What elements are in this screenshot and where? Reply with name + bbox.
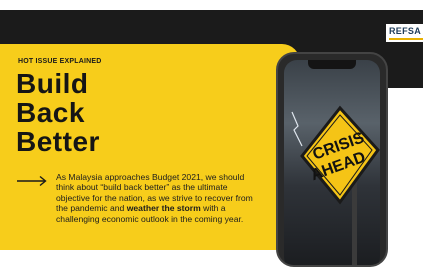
brand-logo[interactable]: REFSA [386, 24, 423, 42]
card-kicker: HOT ISSUE EXPLAINED [18, 58, 102, 65]
right-arrow-icon [17, 175, 47, 187]
phone-screen: CRISIS AHEAD [284, 60, 380, 265]
brand-logo-text: REFSA [389, 26, 422, 36]
headline-line-1: Build [16, 68, 89, 99]
card-headline: Build Back Better [16, 69, 100, 156]
headline-line-3: Better [16, 126, 100, 157]
top-margin [0, 0, 423, 10]
brand-logo-underline [389, 38, 423, 40]
headline-line-2: Back [16, 97, 85, 128]
summary-highlight: weather the storm [126, 203, 201, 214]
phone-image: CRISIS AHEAD [276, 52, 388, 267]
phone-notch [308, 60, 356, 69]
card-summary: As Malaysia approaches Budget 2021, we s… [56, 172, 262, 224]
right-panel [382, 88, 423, 250]
